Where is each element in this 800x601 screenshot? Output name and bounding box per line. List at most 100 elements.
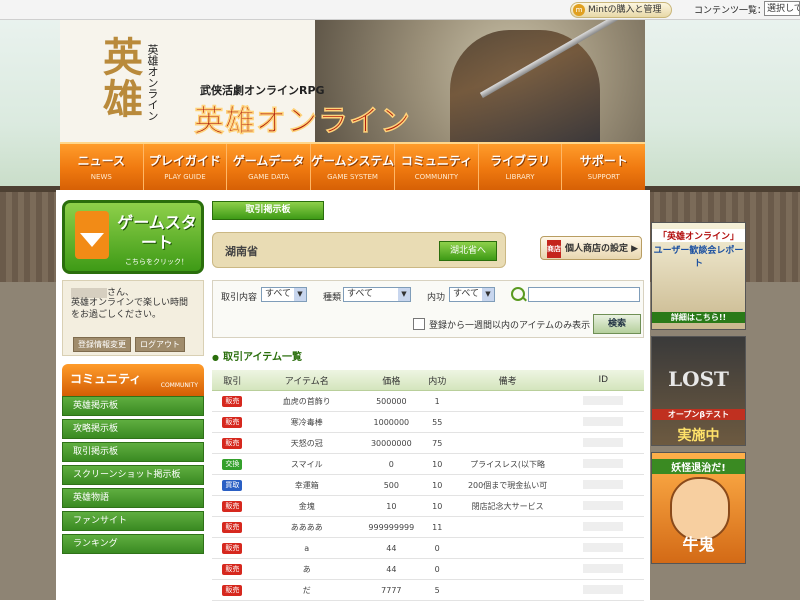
user-id-redacted [583,395,624,405]
nav-community[interactable]: コミュニティ COMMUNITY [395,144,479,192]
table-row[interactable]: 販売 血虎の首飾り 500000 1 [212,390,644,412]
nav-support[interactable]: サポート SUPPORT [562,144,645,192]
item-name[interactable]: a [252,537,361,559]
nav-label: ゲームデータ [232,154,305,168]
banner1-details-link: 詳細はこちら!! [652,312,745,323]
item-price: 1000000 [360,411,422,433]
col-trade: 取引 [212,370,253,391]
user-id-redacted [583,416,624,426]
item-name[interactable]: 天怒の冠 [252,432,361,454]
nav-game-data[interactable]: ゲームデータ GAME DATA [227,144,311,192]
item-name[interactable]: だ [252,579,361,601]
item-note [452,537,563,559]
item-inner: 10 [421,495,453,517]
search-filter-box: 取引内容 すべて ▼ 種類 すべて ▼ 内功 すべて ▼ 登録から一週間以内のアイテム… [212,280,644,338]
nav-sublabel: PLAY GUIDE [164,173,206,181]
item-name[interactable]: 寒冷毒棒 [252,411,361,433]
inner-power-select[interactable]: すべて ▼ [449,287,495,302]
table-row[interactable]: 買取 幸運箱 500 10 200個まで現金払い可 [212,474,644,496]
community-title: コミュニティ [70,372,142,386]
shop-settings-button[interactable]: 商店 個人商店の設定 ▶ [540,236,642,260]
sell-badge: 販売 [222,563,243,575]
item-inner: 0 [421,537,453,559]
table-row[interactable]: 販売あ 44 0 [212,558,644,580]
banner-user-meetup[interactable]: 「英雄オンライン」 ユーザー歓談会レポート 詳細はこちら!! [651,222,746,330]
game-start-title: ゲームスタート [117,213,197,252]
province-name: 湖南省 [225,245,258,258]
trade-type-label: 取引内容 [221,293,258,303]
table-row[interactable]: 販売 ああああ 999999999 11 [212,516,644,538]
recent-only-checkbox[interactable] [413,318,425,330]
nav-news[interactable]: ニュース NEWS [60,144,144,192]
edit-registration-button[interactable]: 登録情報変更 [73,337,131,352]
user-id-redacted [583,500,624,510]
site-logo[interactable]: 英雄 [90,36,148,120]
logo-subtitle: 英雄オンライン [146,44,159,121]
keyword-search-input[interactable] [528,287,640,302]
item-name[interactable]: スマイル [252,453,361,475]
nav-play-guide[interactable]: プレイガイド PLAY GUIDE [144,144,228,192]
game-start-sub: こちらをクリック！ [125,258,188,266]
user-greeting: さん、 [71,285,195,298]
menu-ranking[interactable]: ランキング [62,534,204,554]
chevron-down-icon: ▼ [398,288,410,301]
menu-trade-board[interactable]: 取引掲示板 [62,442,204,462]
item-price: 500 [360,474,422,496]
trade-type-value: すべて [265,289,292,299]
mint-purchase-button[interactable]: m Mintの購入と管理 [570,2,672,18]
item-inner: 55 [421,411,453,433]
next-province-button[interactable]: 湖北省へ [439,241,497,261]
banner1-subtitle: ユーザー歓談会レポート [653,246,744,269]
item-name[interactable]: 金塊 [252,495,361,517]
table-row[interactable]: 販売 金塊 10 10 閉店記念大サービス [212,495,644,517]
user-id-redacted [583,521,624,531]
user-box: さん、 英雄オンラインで楽しい時間をお過ごしください。 登録情報変更 ログアウト [62,280,204,356]
table-row[interactable]: 販売だ 7777 5 [212,579,644,601]
game-start-button[interactable]: ゲームスタート こちらをクリック！ [62,200,204,274]
item-price: 44 [360,537,422,559]
menu-hero-story[interactable]: 英雄物語 [62,488,204,508]
chevron-down-icon: ▼ [482,288,494,301]
table-row[interactable]: 交換 スマイル 0 10 プライスレス(以下略 [212,453,644,475]
banner-lost-beta[interactable]: LOST オープンβテスト 実施中 [651,336,746,446]
menu-fansite[interactable]: ファンサイト [62,511,204,531]
menu-screenshot-board[interactable]: スクリーンショット掲示板 [62,465,204,485]
search-button[interactable]: 検索 [593,314,641,334]
nav-game-system[interactable]: ゲームシステム GAME SYSTEM [311,144,396,192]
item-inner: 1 [421,390,453,412]
table-row[interactable]: 販売 a 44 0 [212,537,644,559]
category-select[interactable]: すべて ▼ [343,287,411,302]
banner1-title: 「英雄オンライン」 [652,229,745,242]
col-inner: 内功 [421,370,453,391]
item-price: 999999999 [360,516,422,538]
item-name[interactable]: ああああ [252,516,361,538]
mint-icon: m [573,4,585,16]
nav-library[interactable]: ライブラリ LIBRARY [479,144,563,192]
item-inner: 0 [421,558,453,580]
user-id-redacted [583,542,624,552]
category-label: 種類 [323,293,342,303]
content-list-label: コンテンツ一覧： [694,6,767,16]
table-row[interactable]: 販売 天怒の冠 30000000 75 [212,432,644,454]
item-name[interactable]: あ [252,558,361,580]
logout-button[interactable]: ログアウト [135,337,185,352]
banner-yokai[interactable]: 妖怪退治だ! 牛鬼 [651,452,746,564]
table-row[interactable]: 販売 寒冷毒棒 1000000 55 [212,411,644,433]
download-arrow-icon [75,211,109,259]
trade-type-select[interactable]: すべて ▼ [261,287,307,302]
menu-strategy-board[interactable]: 攻略掲示板 [62,419,204,439]
item-price: 500000 [360,390,422,412]
trade-badge: 交換 [222,458,243,470]
item-name[interactable]: 血虎の首飾り [252,390,361,412]
menu-hero-board[interactable]: 英雄掲示板 [62,396,204,416]
banner2-main: 実施中 [677,428,720,444]
item-name[interactable]: 幸運箱 [252,474,361,496]
nav-sublabel: NEWS [90,173,112,181]
item-note [452,516,563,538]
content-select[interactable]: 選択してください [764,1,800,16]
user-message: 英雄オンラインで楽しい時間をお過ごしください。 [71,298,189,320]
banner2-sub: オープンβテスト [652,409,745,420]
community-menu: 英雄掲示板 攻略掲示板 取引掲示板 スクリーンショット掲示板 英雄物語 ファンサ… [62,396,204,557]
col-price: 価格 [360,370,422,391]
inner-power-label: 内功 [427,293,446,303]
